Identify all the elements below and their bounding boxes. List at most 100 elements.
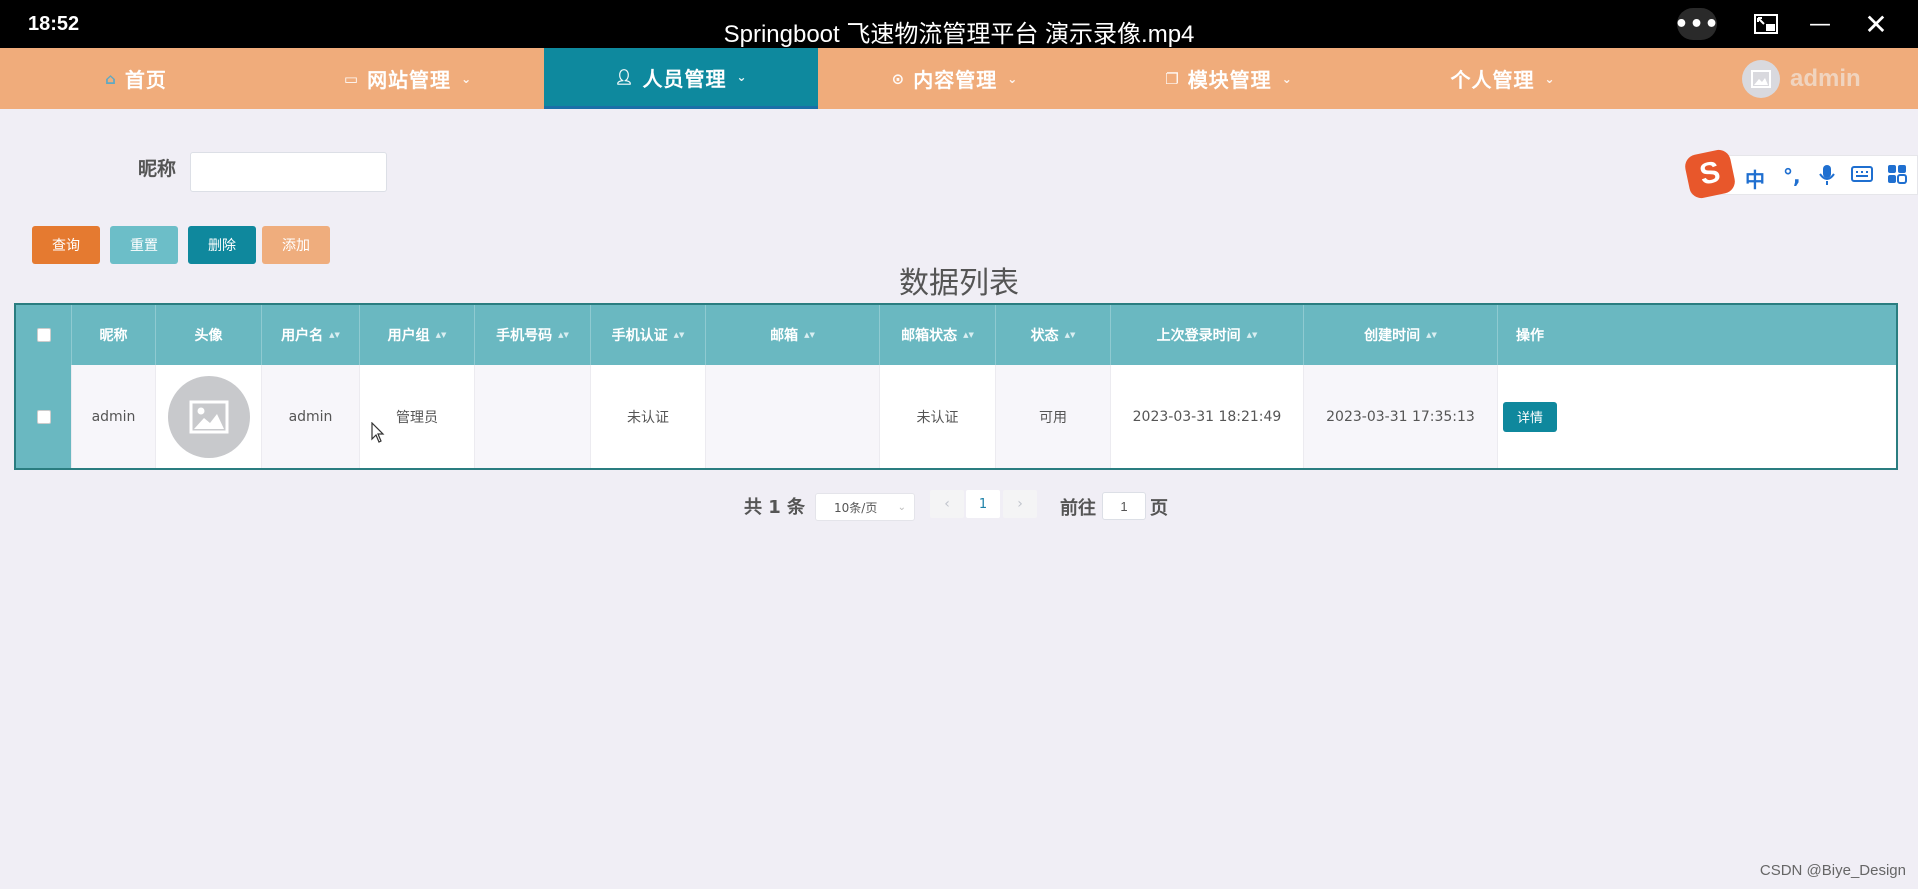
nav-item-personnel[interactable]: 👤︎ 人员管理 ⌄ [544, 48, 818, 109]
select-all-cell [16, 305, 72, 365]
data-table: 昵称 头像 用户名 ▲▼ 用户组 ▲▼ 手机号码 ▲▼ 手机认证 ▲▼ 邮箱 ▲▼ 邮箱状… [14, 303, 1898, 470]
chevron-down-icon: ⌄ [1544, 71, 1556, 86]
video-title: Springboot 飞速物流管理平台 演示录像.mp4 [723, 21, 1195, 48]
table-row: admin admin 管理员 未认证 未认证 可用 2023-03-31 18… [16, 365, 1896, 468]
nickname-label: 昵称 [138, 158, 177, 180]
chevron-down-icon: ⌄ [1281, 71, 1293, 86]
chevron-left-icon: ‹ [944, 496, 950, 512]
last-login-cell: 2023-03-31 18:21:49 [1111, 365, 1304, 468]
column-header-sortable[interactable]: 邮箱 ▲▼ [706, 305, 880, 365]
prev-page-button[interactable]: ‹ [930, 490, 964, 518]
sort-icon: ▲▼ [329, 330, 340, 339]
nav-item-module[interactable]: ❐ 模块管理 ⌄ [1092, 48, 1366, 109]
column-header: 头像 [156, 305, 262, 365]
sort-icon: ▲▼ [435, 330, 447, 339]
nav-item-personal[interactable]: 个人管理 ⌄ [1366, 48, 1640, 109]
nav-item-label: 网站管理 [367, 68, 452, 92]
ime-punctuation-toggle[interactable]: °, [1783, 164, 1801, 188]
image-placeholder-icon [1751, 70, 1771, 88]
microphone-icon[interactable] [1819, 164, 1835, 191]
nav-item-website[interactable]: ▭ 网站管理 ⌄ [272, 48, 544, 109]
column-header-sortable[interactable]: 创建时间 ▲▼ [1304, 305, 1498, 365]
nav-item-label: 首页 [124, 68, 167, 92]
username-label: admin [1790, 65, 1861, 92]
list-title: 数据列表 [899, 266, 1019, 301]
user-menu[interactable]: admin [1742, 60, 1861, 98]
module-icon: ❐ [1165, 69, 1180, 88]
sort-icon: ▲▼ [558, 330, 569, 339]
nickname-input[interactable] [190, 152, 387, 192]
username-cell: admin [262, 365, 360, 468]
keyboard-icon[interactable] [1851, 164, 1873, 188]
nav-item-label: 内容管理 [913, 68, 998, 92]
watermark: CSDN @Biye_Design [1759, 862, 1906, 879]
video-player-titlebar: 18:52 Springboot 飞速物流管理平台 演示录像.mp4 ••• —… [0, 0, 1918, 48]
mouse-cursor-icon [371, 422, 385, 443]
image-placeholder-icon [189, 400, 228, 433]
column-header-sortable[interactable]: 邮箱状态 ▲▼ [880, 305, 996, 365]
content-icon: ⊙ [891, 69, 906, 88]
nav-item-home[interactable]: ⌂ 首页 [0, 48, 272, 109]
column-header-sortable[interactable]: 用户名 ▲▼ [262, 305, 360, 365]
sort-icon: ▲▼ [1064, 330, 1076, 339]
email-cell [706, 365, 880, 468]
nav-item-content[interactable]: ⊙ 内容管理 ⌄ [818, 48, 1092, 109]
nav-item-label: 人员管理 [642, 66, 727, 91]
column-header-sortable[interactable]: 状态 ▲▼ [996, 305, 1111, 365]
sort-icon: ▲▼ [673, 330, 685, 339]
phone-verified-cell: 未认证 [591, 365, 706, 468]
group-cell: 管理员 [360, 365, 475, 468]
home-icon: ⌂ [105, 69, 117, 88]
current-page[interactable]: 1 [966, 490, 1000, 518]
chevron-down-icon: ⌄ [897, 501, 906, 513]
column-header-sortable[interactable]: 手机号码 ▲▼ [475, 305, 591, 365]
close-button[interactable]: ✕ [1856, 7, 1896, 41]
table-header: 昵称 头像 用户名 ▲▼ 用户组 ▲▼ 手机号码 ▲▼ 手机认证 ▲▼ 邮箱 ▲▼ 邮箱状… [16, 305, 1896, 365]
sogou-logo-icon: S [1682, 147, 1738, 201]
sort-icon: ▲▼ [804, 330, 815, 339]
ime-language-toggle[interactable]: 中 [1745, 164, 1765, 193]
column-header-sortable[interactable]: 手机认证 ▲▼ [591, 305, 706, 365]
top-navbar: ⌂ 首页 ▭ 网站管理 ⌄ 👤︎ 人员管理 ⌄ ⊙ 内容管理 ⌄ ❐ 模块管理 … [0, 48, 1918, 109]
status-cell: 可用 [996, 365, 1111, 468]
ime-toolbar[interactable]: S 中 °, [1682, 147, 1918, 201]
row-checkbox[interactable] [36, 409, 51, 424]
goto-page-input[interactable] [1102, 492, 1146, 520]
picture-in-picture-icon [1754, 14, 1778, 34]
picture-in-picture-button[interactable] [1746, 8, 1786, 40]
chevron-down-icon: ⌄ [1007, 71, 1019, 86]
minimize-icon: — [1809, 11, 1831, 37]
nickname-cell: admin [72, 365, 156, 468]
more-icon: ••• [1674, 11, 1720, 37]
pagination-total: 共 1 条 [744, 497, 806, 518]
action-cell: 详情 [1498, 365, 1562, 468]
toolbox-icon[interactable] [1887, 164, 1907, 189]
nav-item-label: 模块管理 [1187, 68, 1272, 92]
page-size-select[interactable]: 10条/页 ⌄ [815, 493, 915, 521]
created-cell: 2023-03-31 17:35:13 [1304, 365, 1498, 468]
column-header: 昵称 [72, 305, 156, 365]
next-page-button[interactable]: › [1003, 490, 1037, 518]
row-select-cell [16, 365, 72, 468]
avatar-cell [156, 365, 262, 468]
more-button[interactable]: ••• [1674, 8, 1720, 40]
column-header-sortable[interactable]: 用户组 ▲▼ [360, 305, 475, 365]
sort-icon: ▲▼ [1246, 330, 1258, 339]
monitor-icon: ▭ [343, 69, 360, 88]
sort-icon: ▲▼ [963, 330, 974, 339]
user-icon: 👤︎ [614, 68, 635, 86]
minimize-button[interactable]: — [1800, 8, 1840, 40]
detail-button[interactable]: 详情 [1503, 401, 1557, 432]
chevron-down-icon: ⌄ [461, 71, 473, 86]
select-all-checkbox[interactable] [36, 328, 51, 342]
phone-cell [475, 365, 591, 468]
avatar [1742, 60, 1780, 98]
chevron-down-icon: ⌄ [736, 70, 748, 84]
nav-item-label: 个人管理 [1450, 68, 1535, 92]
goto-label: 前往 [1060, 498, 1096, 519]
app-window: 18:52 Springboot 飞速物流管理平台 演示录像.mp4 ••• —… [0, 0, 1918, 889]
email-status-cell: 未认证 [880, 365, 996, 468]
sort-icon: ▲▼ [1426, 330, 1437, 339]
column-header-sortable[interactable]: 上次登录时间 ▲▼ [1111, 305, 1304, 365]
close-icon: ✕ [1864, 7, 1888, 41]
